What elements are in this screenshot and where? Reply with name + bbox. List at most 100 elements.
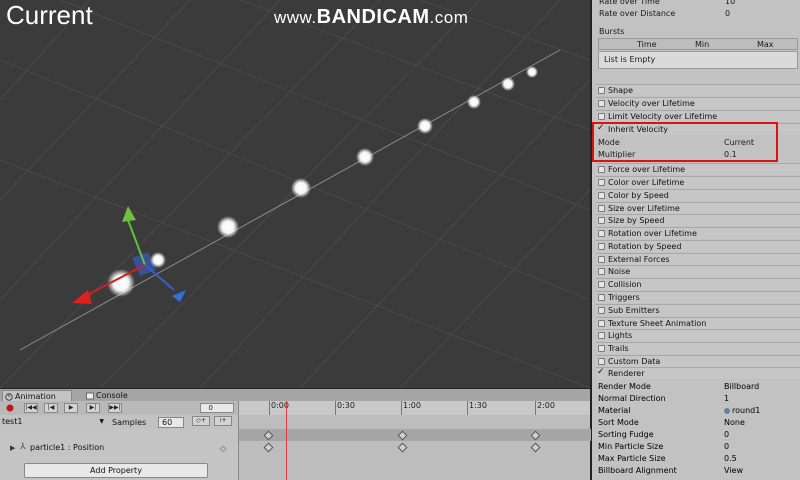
checkbox[interactable] [598, 256, 605, 263]
module-label: External Forces [608, 255, 670, 264]
checkbox[interactable] [598, 243, 605, 250]
module-sub-emitters[interactable]: Sub Emitters [596, 304, 800, 316]
checkbox[interactable] [598, 294, 605, 301]
scene-canvas[interactable] [0, 0, 590, 388]
checkbox[interactable] [598, 87, 605, 94]
clip-dropdown[interactable]: test1 ▼ [2, 417, 106, 428]
ruler-tick: 1:30 [467, 401, 487, 415]
field-value[interactable]: 0 [724, 429, 729, 441]
module-limit-velocity[interactable]: Limit Velocity over Lifetime [596, 110, 800, 122]
last-key-button[interactable]: ▶▶| [108, 403, 122, 413]
checkbox[interactable] [598, 217, 605, 224]
unity-editor: Current www.BANDICAM.com Rate over Time … [0, 0, 800, 480]
first-key-button[interactable]: |◀◀ [24, 403, 38, 413]
field-value[interactable]: 0 [725, 8, 730, 20]
tab-label: Console [96, 391, 128, 400]
checkbox[interactable] [598, 268, 605, 275]
first-key-icon: |◀◀ [25, 404, 37, 411]
field-value[interactable]: 0 [724, 441, 729, 453]
field-label: Sorting Fudge [598, 430, 654, 439]
checkbox[interactable] [598, 345, 605, 352]
module-renderer[interactable]: Renderer [596, 367, 800, 379]
checkbox[interactable] [598, 179, 605, 186]
field-value[interactable]: 0.5 [724, 453, 737, 465]
expand-arrow-icon[interactable]: ▶ [10, 444, 15, 452]
add-event-button[interactable]: ⁞+ [214, 416, 232, 426]
module-label: Renderer [608, 369, 645, 378]
prev-key-button[interactable]: |◀ [44, 403, 58, 413]
module-custom-data[interactable]: Custom Data [596, 355, 800, 367]
bursts-row: Bursts [597, 26, 800, 38]
clip-row: test1 ▼ Samples 60 ◇+ ⁞+ [0, 415, 238, 429]
field-value[interactable]: 10 [725, 0, 735, 8]
next-key-button[interactable]: ▶| [86, 403, 100, 413]
frame-field[interactable]: 0 [200, 403, 234, 413]
module-label: Velocity over Lifetime [608, 99, 695, 108]
module-size-over-lifetime[interactable]: Size over Lifetime [596, 202, 800, 214]
field-value[interactable]: Billboard [724, 381, 759, 393]
module-rotation-by-speed[interactable]: Rotation by Speed [596, 240, 800, 252]
field-label: Material [598, 406, 631, 415]
module-external-forces[interactable]: External Forces [596, 253, 800, 265]
module-color-over-lifetime[interactable]: Color over Lifetime [596, 176, 800, 188]
add-event-icon: ⁞+ [219, 417, 227, 424]
prev-key-icon: |◀ [47, 404, 55, 411]
add-keyframe-button[interactable]: ◇+ [192, 416, 210, 426]
module-color-by-speed[interactable]: Color by Speed [596, 189, 800, 201]
module-rotation-over-lifetime[interactable]: Rotation over Lifetime [596, 227, 800, 239]
keyframe[interactable] [530, 442, 541, 453]
module-velocity-over-lifetime[interactable]: Velocity over Lifetime [596, 97, 800, 109]
tab-label: Animation [15, 392, 56, 401]
console-icon [86, 392, 94, 400]
keyframe-toggle-icon[interactable]: ◇ [220, 444, 226, 453]
field-value[interactable]: View [724, 465, 743, 477]
keyframe[interactable] [263, 442, 274, 453]
checkbox[interactable] [598, 113, 605, 120]
module-label: Rotation by Speed [608, 242, 682, 251]
module-triggers[interactable]: Triggers [596, 291, 800, 303]
highlight-box [592, 122, 778, 162]
checkbox[interactable] [598, 281, 605, 288]
checkbox[interactable] [598, 230, 605, 237]
dopesheet[interactable] [238, 415, 591, 480]
scene-view[interactable]: Current www.BANDICAM.com [0, 0, 590, 388]
play-icon: ▶ [68, 404, 74, 411]
checkbox[interactable] [598, 320, 605, 327]
chevron-down-icon: ▼ [99, 418, 104, 425]
renderer-max-particle-size: Max Particle Size 0.5 [596, 453, 800, 465]
bursts-col-max: Max [757, 40, 774, 49]
play-button[interactable]: ▶ [64, 403, 78, 413]
field-value[interactable]: 1 [724, 393, 729, 405]
keyframe[interactable] [397, 442, 408, 453]
field-value[interactable]: None [724, 417, 745, 429]
timeline-ruler[interactable]: 0:00 0:30 1:00 1:30 2:00 [238, 401, 590, 415]
module-size-by-speed[interactable]: Size by Speed [596, 214, 800, 226]
module-force-over-lifetime[interactable]: Force over Lifetime [596, 163, 800, 175]
module-shape[interactable]: Shape [596, 84, 800, 96]
samples-field[interactable]: 60 [158, 417, 184, 428]
module-noise[interactable]: Noise [596, 265, 800, 277]
renderer-material: Material round1 [596, 405, 800, 417]
checkbox-checked[interactable] [597, 367, 605, 378]
module-collision[interactable]: Collision [596, 278, 800, 290]
checkbox[interactable] [598, 205, 605, 212]
module-trails[interactable]: Trails [596, 342, 800, 354]
checkbox[interactable] [598, 100, 605, 107]
module-label: Noise [608, 267, 631, 276]
ruler-tick: 1:00 [401, 401, 421, 415]
module-lights[interactable]: Lights [596, 329, 800, 341]
record-button[interactable] [4, 403, 16, 413]
checkbox[interactable] [598, 332, 605, 339]
checkbox[interactable] [598, 192, 605, 199]
playhead[interactable] [286, 401, 287, 480]
checkbox[interactable] [598, 358, 605, 365]
module-texture-sheet-animation[interactable]: Texture Sheet Animation [596, 317, 800, 329]
add-property-button[interactable]: Add Property [24, 463, 208, 478]
bandicam-watermark: www.BANDICAM.com [274, 6, 468, 29]
property-row[interactable]: ▶ ⅄ particle1 : Position ◇ [0, 441, 238, 455]
ruler-tick: 0:30 [335, 401, 355, 415]
checkbox[interactable] [598, 307, 605, 314]
field-label: Rate over Distance [599, 9, 676, 18]
checkbox[interactable] [598, 166, 605, 173]
module-label: Size by Speed [608, 216, 665, 225]
